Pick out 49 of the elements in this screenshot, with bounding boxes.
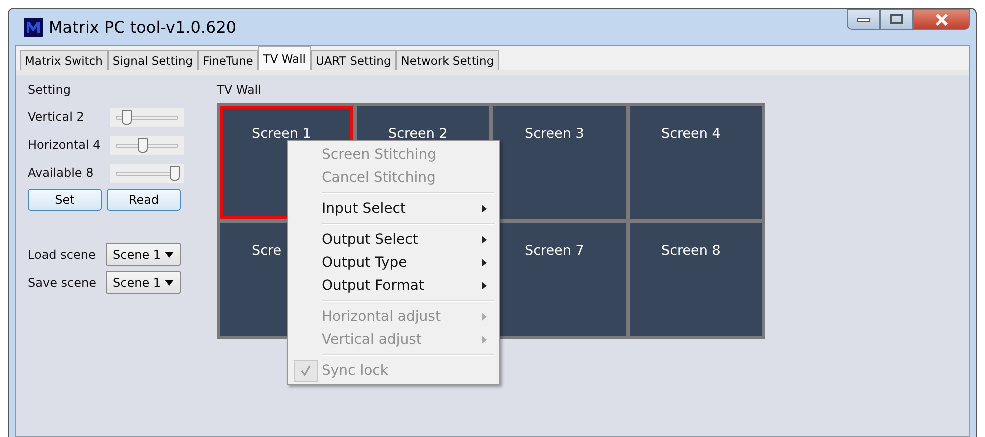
slider-label: Available 8 xyxy=(28,166,95,180)
screen-label: Scre xyxy=(252,243,282,261)
window-title: Matrix PC tool-v1.0.620 xyxy=(49,18,237,36)
screen-label: Screen 4 xyxy=(662,126,721,144)
caret-icon xyxy=(165,280,174,286)
minimize-icon xyxy=(856,16,870,22)
close-button[interactable] xyxy=(913,9,970,30)
slider[interactable] xyxy=(110,108,184,126)
maximize-icon xyxy=(890,14,904,25)
submenu-arrow-icon xyxy=(482,258,487,266)
minimize-button[interactable] xyxy=(847,9,880,30)
tab[interactable]: FineTune xyxy=(198,50,258,70)
tab[interactable]: Signal Setting xyxy=(108,50,198,70)
tab[interactable]: Network Setting xyxy=(396,50,500,70)
slider-thumb[interactable] xyxy=(122,110,132,124)
screen-label: Screen 3 xyxy=(525,126,584,144)
slider-thumb[interactable] xyxy=(170,166,180,180)
screen-label: Screen 1 xyxy=(252,126,312,144)
screen-label: Screen 7 xyxy=(525,243,584,261)
section-title: TV Wall xyxy=(217,83,262,99)
submenu-arrow-icon xyxy=(482,336,487,344)
maximize-button[interactable] xyxy=(880,9,913,30)
tab[interactable]: TV Wall xyxy=(258,46,311,70)
screen-tile[interactable]: Screen 8 xyxy=(630,223,762,336)
submenu-arrow-icon xyxy=(482,282,487,290)
caret-icon xyxy=(165,252,174,258)
scene-label: Save scene xyxy=(28,276,98,290)
submenu-arrow-icon xyxy=(482,204,487,212)
screen-tile[interactable]: Screen 3 xyxy=(493,106,626,219)
scene-dropdown[interactable]: Scene 1 xyxy=(106,271,181,294)
submenu-arrow-icon xyxy=(482,236,487,244)
section-title: Setting xyxy=(28,83,72,99)
slider[interactable] xyxy=(110,164,184,182)
action-button[interactable]: Read xyxy=(107,189,181,211)
screen-label: Screen 2 xyxy=(388,126,448,144)
submenu-arrow-icon xyxy=(482,312,487,320)
scene-label: Load scene xyxy=(28,248,97,262)
slider-thumb[interactable] xyxy=(138,138,148,152)
tab[interactable]: UART Setting xyxy=(310,50,396,70)
tab[interactable]: Matrix Switch xyxy=(20,50,108,70)
slider-label: Vertical 2 xyxy=(28,110,86,124)
app-logo-icon xyxy=(24,18,43,36)
scene-dropdown[interactable]: Scene 1 xyxy=(106,243,181,266)
action-button[interactable]: Set xyxy=(28,189,102,211)
screen-tile[interactable]: Screen 4 xyxy=(630,106,762,219)
close-icon xyxy=(934,14,950,26)
slider[interactable] xyxy=(110,136,184,154)
screen-label: Screen 8 xyxy=(662,243,721,261)
slider-label: Horizontal 4 xyxy=(28,138,102,152)
